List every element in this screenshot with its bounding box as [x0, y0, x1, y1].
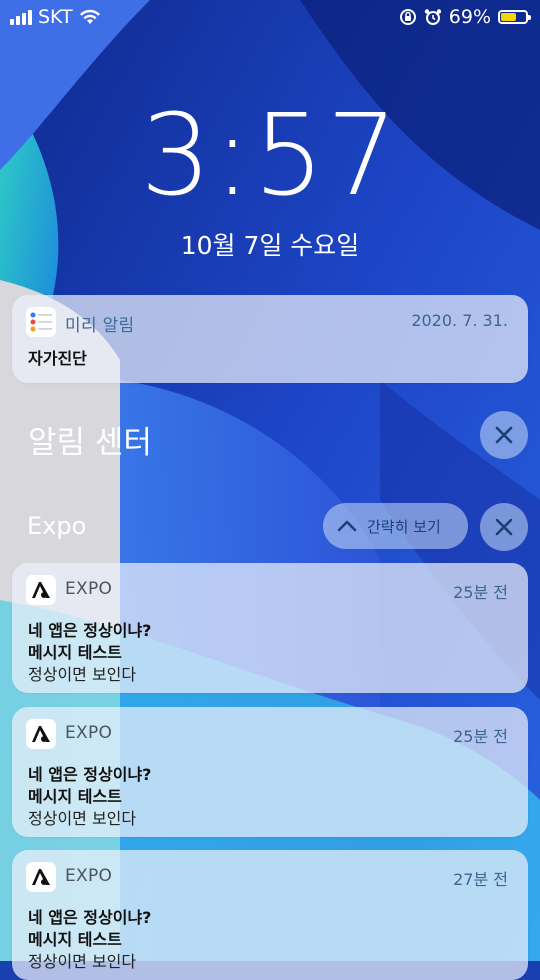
- close-icon: [495, 518, 513, 536]
- battery-icon: [498, 10, 531, 24]
- notification-body: 정상이면 보인다: [28, 809, 137, 828]
- close-icon: [495, 426, 513, 444]
- notification-center-title: 알림 센터: [28, 425, 152, 461]
- alarm-icon: [424, 9, 441, 25]
- notification-app-name: EXPO: [65, 579, 113, 599]
- notification-app-name: EXPO: [65, 866, 113, 886]
- notification-title: 네 앱은 정상이냐?: [28, 765, 152, 784]
- expo-app-icon: [26, 862, 56, 892]
- rotation-lock-icon: [399, 9, 416, 25]
- notification-title: 자가진단: [28, 349, 87, 368]
- notification-subtitle: 메시지 테스트: [28, 787, 122, 806]
- notification-center-clear-button[interactable]: [480, 411, 528, 459]
- reminder-notification[interactable]: 미리 알림 2020. 7. 31. 자가진단: [12, 295, 528, 383]
- expo-notification[interactable]: EXPO 25분 전 네 앱은 정상이냐? 메시지 테스트 정상이면 보인다: [12, 707, 528, 837]
- battery-fill: [501, 13, 516, 21]
- expo-group-title: Expo: [27, 512, 87, 540]
- lock-screen-time: 3:57: [140, 91, 400, 221]
- carrier-label: SKT: [38, 6, 73, 28]
- collapse-group-button[interactable]: 간략히 보기: [323, 503, 468, 549]
- notification-subtitle: 메시지 테스트: [28, 643, 122, 662]
- notification-timestamp: 2020. 7. 31.: [411, 311, 508, 330]
- battery-percent: 69%: [448, 6, 491, 28]
- notification-time: 27분 전: [453, 870, 508, 889]
- status-bar: SKT 69%: [0, 0, 540, 36]
- signal-icon: [10, 9, 32, 25]
- notification-body: 정상이면 보인다: [28, 952, 137, 971]
- expo-app-icon: [26, 575, 56, 605]
- notification-subtitle: 메시지 테스트: [28, 930, 122, 949]
- wifi-icon: [79, 9, 100, 24]
- collapse-label: 간략히 보기: [367, 517, 441, 536]
- expo-group-clear-button[interactable]: [480, 503, 528, 551]
- notification-app-name: 미리 알림: [65, 316, 135, 336]
- notification-title: 네 앱은 정상이냐?: [28, 908, 152, 927]
- notification-title: 네 앱은 정상이냐?: [28, 621, 152, 640]
- expo-app-icon: [26, 719, 56, 749]
- notification-body: 정상이면 보인다: [28, 665, 137, 684]
- notification-time: 25분 전: [453, 727, 508, 746]
- notification-app-name: EXPO: [65, 723, 113, 743]
- notification-time: 25분 전: [453, 583, 508, 602]
- reminders-app-icon: [26, 307, 56, 337]
- lock-screen-date: 10월 7일 수요일: [180, 231, 360, 260]
- expo-notification[interactable]: EXPO 25분 전 네 앱은 정상이냐? 메시지 테스트 정상이면 보인다: [12, 563, 528, 693]
- chevron-up-icon: [337, 520, 357, 532]
